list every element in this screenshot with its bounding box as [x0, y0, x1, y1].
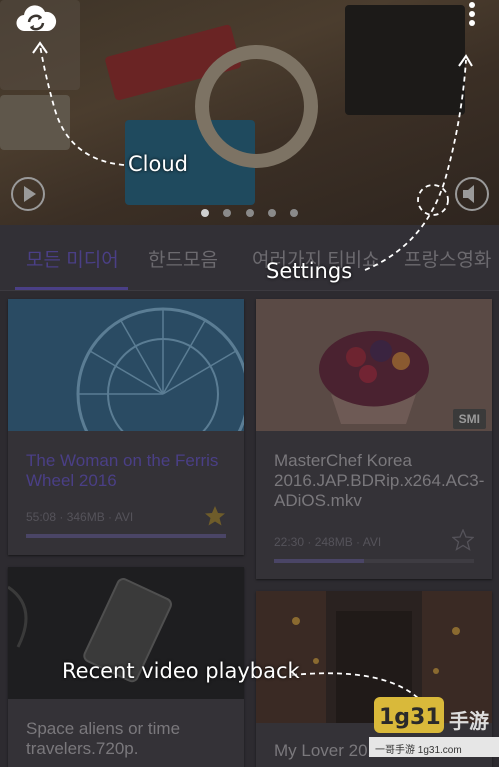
- media-title: Space aliens or time travelers.720p.: [26, 719, 181, 758]
- tab-indicator: [15, 287, 128, 290]
- annotation-settings: Settings: [266, 259, 353, 283]
- media-card[interactable]: The Woman on the Ferris Wheel 2016 55:08…: [8, 299, 244, 555]
- carousel-indicator: [0, 204, 499, 222]
- category-tabs: 모든 미디어 한드모음 여러가지 티비쇼 프랑스영화: [0, 225, 499, 291]
- tab-korean-drama[interactable]: 한드모음: [148, 245, 218, 272]
- annotation-cloud: Cloud: [128, 152, 188, 176]
- media-grid: The Woman on the Ferris Wheel 2016 55:08…: [0, 291, 499, 767]
- star-icon[interactable]: [451, 528, 475, 556]
- hero-banner[interactable]: [0, 0, 499, 225]
- hero-decor: [0, 95, 70, 150]
- watermark-logo: 1g31 手游 一哥手游 1g31.com: [369, 691, 499, 757]
- watermark-site: 一哥手游 1g31.com: [375, 745, 462, 756]
- carousel-dot[interactable]: [290, 209, 299, 217]
- star-icon[interactable]: [204, 505, 226, 532]
- carousel-dot[interactable]: [200, 209, 209, 217]
- hero-decor: [345, 5, 465, 115]
- media-meta: 22:30 · 248MB · AVI: [274, 535, 382, 549]
- tab-all-media[interactable]: 모든 미디어: [26, 245, 119, 272]
- media-title: MasterChef Korea 2016.JAP.BDRip.x264.AC3…: [274, 451, 485, 510]
- ferris-wheel-thumbnail: [8, 299, 244, 431]
- more-vert-icon[interactable]: [460, 0, 484, 30]
- annotation-recent-playback: Recent video playback: [62, 659, 300, 683]
- watermark-brand: 手游: [449, 711, 489, 733]
- subtitle-badge: SMI: [452, 409, 486, 429]
- hero-decor: [195, 45, 318, 168]
- carousel-dot[interactable]: [223, 209, 232, 217]
- tab-french-movies[interactable]: 프랑스영화: [404, 245, 491, 272]
- carousel-dot[interactable]: [267, 209, 276, 217]
- media-title: The Woman on the Ferris Wheel 2016: [26, 451, 219, 490]
- media-meta: 55:08 · 346MB · AVI: [26, 510, 134, 524]
- cloud-sync-icon[interactable]: [14, 2, 58, 36]
- progress-bar: [26, 534, 226, 538]
- svg-text:1g31: 1g31: [379, 705, 441, 730]
- carousel-dot[interactable]: [245, 209, 254, 217]
- progress-bar: [274, 559, 474, 563]
- media-card[interactable]: SMI MasterChef Korea 2016.JAP.BDRip.x264…: [256, 299, 492, 579]
